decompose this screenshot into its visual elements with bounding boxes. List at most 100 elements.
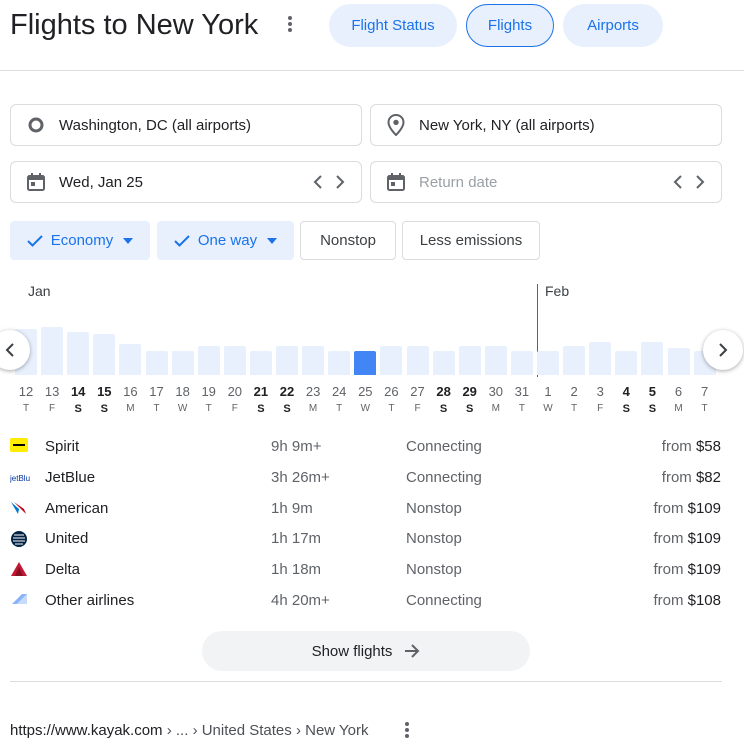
date-price-bar[interactable] [249, 351, 272, 375]
delta-logo [10, 561, 28, 579]
destination-field[interactable]: New York, NY (all airports) [370, 104, 722, 146]
date-number: 2 [570, 384, 578, 399]
next-return-chevron-icon[interactable] [689, 171, 711, 193]
previous-return-chevron-icon[interactable] [667, 171, 689, 193]
date-price-bar[interactable] [563, 346, 586, 375]
weekday-letter: S [100, 403, 108, 415]
date-number: 7 [700, 384, 709, 399]
weekday-letter: W [543, 403, 553, 414]
flight-stops: Connecting [406, 469, 482, 486]
date-price-bar[interactable] [67, 332, 90, 375]
weekday-letter: T [336, 403, 343, 414]
price-prefix: from [653, 561, 684, 578]
date-price-bar[interactable] [589, 342, 612, 375]
airline-row[interactable]: jetBlue JetBlue 3h 26m+ Connecting from $82 [0, 468, 744, 499]
airline-row[interactable]: United 1h 17m Nonstop from $109 [0, 529, 744, 560]
date-number: 5 [648, 384, 656, 399]
month-label-jan: Jan [28, 283, 51, 299]
footer-divider [10, 681, 722, 682]
date-price-bar[interactable] [380, 346, 403, 375]
american-logo [10, 500, 28, 518]
less-emissions-chip[interactable]: Less emissions [402, 221, 540, 260]
date-number: 28 [436, 384, 451, 399]
source-link[interactable]: https://www.kayak.com › ... › United Sta… [10, 722, 368, 739]
cabin-class-label: Economy [50, 232, 114, 249]
show-flights-button[interactable]: Show flights [202, 631, 530, 671]
airline-row[interactable]: Spirit 9h 9m+ Connecting from $58 [0, 437, 744, 468]
source-more-options-icon[interactable] [400, 720, 414, 742]
date-price-bar[interactable] [510, 351, 533, 375]
date-number: 27 [410, 384, 425, 399]
weekday-letter: S [622, 403, 630, 415]
flight-duration: 4h 20m+ [271, 592, 330, 609]
other-airlines-logo [10, 592, 28, 610]
tab-flight-status[interactable]: Flight Status [329, 4, 457, 47]
calendar-next-button[interactable] [703, 330, 743, 370]
date-price-bar[interactable] [93, 334, 116, 375]
date-number: 25 [358, 384, 373, 399]
airline-row[interactable]: Other airlines 4h 20m+ Connecting from $108 [0, 591, 744, 622]
date-price-bar[interactable] [537, 351, 559, 375]
date-price-bar[interactable] [484, 346, 507, 375]
date-price-bar[interactable] [197, 346, 220, 375]
selected-date-price-bar[interactable] [354, 351, 377, 375]
date-number: 16 [123, 384, 138, 399]
date-price-bar[interactable] [302, 346, 325, 375]
date-price-bar[interactable] [276, 346, 298, 375]
price-value: $109 [687, 561, 721, 578]
date-price-bar[interactable] [328, 351, 351, 375]
united-logo [10, 530, 28, 548]
date-number: 21 [253, 384, 269, 399]
spirit-logo [10, 438, 28, 456]
date-price-bar[interactable] [406, 346, 429, 375]
date-price-bar[interactable] [432, 351, 455, 375]
date-number: 30 [488, 384, 504, 399]
cabin-class-chip[interactable]: Economy [10, 221, 150, 260]
page-title: Flights to New York [10, 9, 259, 41]
calendar-icon [25, 171, 47, 193]
price-prefix: from [653, 530, 684, 547]
previous-date-chevron-icon[interactable] [307, 171, 329, 193]
return-date-field[interactable]: Return date [370, 161, 722, 203]
weekday-letter: M [308, 403, 318, 414]
tab-flights[interactable]: Flights [466, 4, 554, 47]
airline-name: Spirit [45, 438, 80, 455]
price-calendar: 12 T 13 F 14 S 15 S 16 M 17 T 18 W 19 T 20 F 21 S 22 S 23 M 24 T 2… [0, 300, 744, 420]
date-price-bar[interactable] [145, 351, 168, 375]
weekday-letter: T [205, 403, 212, 414]
weekday-letter: F [597, 403, 604, 414]
date-price-bar[interactable] [171, 351, 194, 375]
depart-date-value: Wed, Jan 25 [59, 173, 143, 191]
date-price-bar[interactable] [667, 348, 690, 375]
date-price-bar[interactable] [615, 351, 638, 375]
weekday-letter: T [22, 403, 30, 414]
date-price-bar[interactable] [458, 346, 481, 375]
weekday-letter: S [283, 403, 291, 415]
airline-name: Delta [45, 561, 81, 578]
weekday-letter: T [153, 403, 160, 414]
weekday-letter: T [518, 403, 525, 414]
airline-row[interactable]: American 1h 9m Nonstop from $109 [0, 499, 744, 530]
tab-airports[interactable]: Airports [563, 4, 663, 47]
flight-duration: 1h 9m [271, 500, 313, 517]
date-price-bar[interactable] [223, 346, 246, 375]
trip-type-chip[interactable]: One way [157, 221, 294, 260]
flight-stops: Connecting [406, 592, 482, 609]
next-date-chevron-icon[interactable] [329, 171, 351, 193]
airline-row[interactable]: Delta 1h 18m Nonstop from $109 [0, 560, 744, 591]
date-price-bar[interactable] [41, 327, 64, 375]
more-options-icon[interactable] [283, 14, 297, 36]
trip-type-label: One way [197, 232, 258, 249]
date-price-bar[interactable] [641, 342, 664, 375]
weekday-letter: S [648, 403, 657, 415]
date-number: 4 [622, 384, 630, 399]
nonstop-chip[interactable]: Nonstop [300, 221, 396, 260]
depart-date-field[interactable]: Wed, Jan 25 [10, 161, 362, 203]
origin-field[interactable]: Washington, DC (all airports) [10, 104, 362, 146]
return-date-placeholder: Return date [419, 173, 498, 191]
date-price-bar[interactable] [119, 344, 142, 375]
weekday-letter: F [49, 403, 56, 414]
date-number: 14 [70, 384, 86, 399]
chevron-right-icon [719, 343, 728, 357]
price-value: $108 [687, 592, 721, 609]
